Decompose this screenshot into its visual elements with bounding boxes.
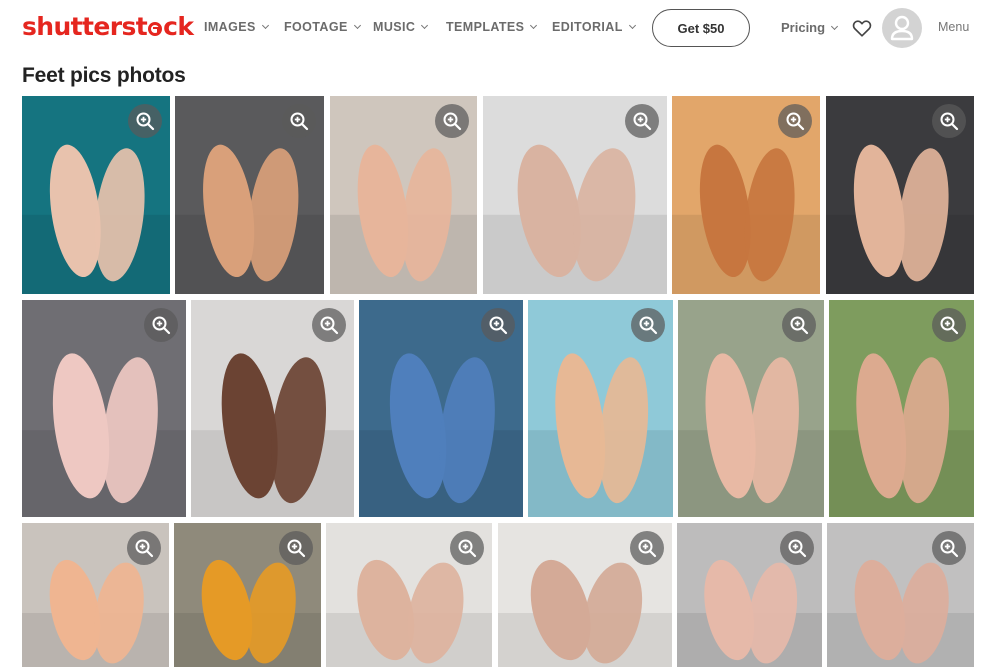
shutterstock-logo[interactable]: shutterst ck [22,12,194,42]
zoom-in-icon [633,112,652,131]
page-title: Feet pics photos [22,64,186,87]
photo-tile[interactable] [22,523,169,667]
zoom-in-icon [135,539,154,558]
chevron-down-icon [421,21,429,30]
nav-music[interactable]: MUSIC [373,20,429,34]
photo-tile[interactable] [829,300,974,517]
chevron-down-icon [530,21,538,30]
zoom-button[interactable] [932,308,966,342]
zoom-button[interactable] [128,104,162,138]
photo-tile[interactable] [22,300,186,517]
chevron-down-icon [353,21,361,30]
photo-tile[interactable] [677,523,822,667]
zoom-in-icon [458,539,477,558]
zoom-button[interactable] [782,308,816,342]
zoom-in-icon [290,112,309,131]
zoom-button[interactable] [631,308,665,342]
chevron-down-icon [831,22,839,31]
user-avatar[interactable] [882,8,922,48]
photo-tile[interactable] [826,96,974,294]
photo-tile[interactable] [678,300,824,517]
zoom-button[interactable] [282,104,316,138]
zoom-button[interactable] [127,531,161,565]
zoom-button[interactable] [144,308,178,342]
nav-editorial[interactable]: EDITORIAL [552,20,636,34]
photo-tile[interactable] [672,96,820,294]
site-header: shutterst ck IMAGES FOOTAGE MUSIC TEMPLAT… [0,0,1000,58]
photo-tile[interactable] [330,96,477,294]
photo-tile[interactable] [528,300,673,517]
photo-tile[interactable] [175,96,324,294]
logo-text-end: ck [163,12,194,41]
zoom-in-icon [136,112,155,131]
heart-icon[interactable] [851,17,873,39]
photo-tile[interactable] [174,523,321,667]
zoom-button[interactable] [780,531,814,565]
zoom-in-icon [287,539,306,558]
zoom-button[interactable] [630,531,664,565]
menu-button[interactable]: Menu [938,20,969,34]
zoom-in-icon [940,539,959,558]
zoom-in-icon [788,539,807,558]
nav-footage[interactable]: FOOTAGE [284,20,361,34]
nav-templates[interactable]: TEMPLATES [446,20,538,34]
pricing-label: Pricing [781,20,826,35]
zoom-button[interactable] [312,308,346,342]
zoom-button[interactable] [932,104,966,138]
zoom-button[interactable] [481,308,515,342]
photo-tile[interactable] [483,96,667,294]
zoom-in-icon [320,316,339,335]
zoom-in-icon [443,112,462,131]
chevron-down-icon [261,21,269,30]
zoom-in-icon [152,316,171,335]
chevron-down-icon [628,21,636,30]
zoom-in-icon [786,112,805,131]
photo-tile[interactable] [359,300,523,517]
logo-text-start: shutterst [22,12,148,41]
nav-images[interactable]: IMAGES [204,20,269,34]
zoom-button[interactable] [435,104,469,138]
user-icon [890,15,914,41]
zoom-in-icon [639,316,658,335]
zoom-button[interactable] [778,104,812,138]
zoom-button[interactable] [450,531,484,565]
zoom-in-icon [940,112,959,131]
photo-tile[interactable] [191,300,354,517]
nav-templates-label: TEMPLATES [446,20,525,34]
nav-footage-label: FOOTAGE [284,20,348,34]
zoom-in-icon [940,316,959,335]
zoom-in-icon [638,539,657,558]
photo-tile[interactable] [498,523,672,667]
zoom-button[interactable] [932,531,966,565]
photo-tile[interactable] [827,523,974,667]
zoom-in-icon [489,316,508,335]
nav-music-label: MUSIC [373,20,416,34]
zoom-in-icon [790,316,809,335]
pricing-menu[interactable]: Pricing [781,20,839,35]
nav-images-label: IMAGES [204,20,256,34]
zoom-button[interactable] [625,104,659,138]
photo-tile[interactable] [326,523,492,667]
logo-o-icon [148,22,163,36]
get-offer-button[interactable]: Get $50 [652,9,750,47]
nav-editorial-label: EDITORIAL [552,20,623,34]
photo-tile[interactable] [22,96,170,294]
zoom-button[interactable] [279,531,313,565]
